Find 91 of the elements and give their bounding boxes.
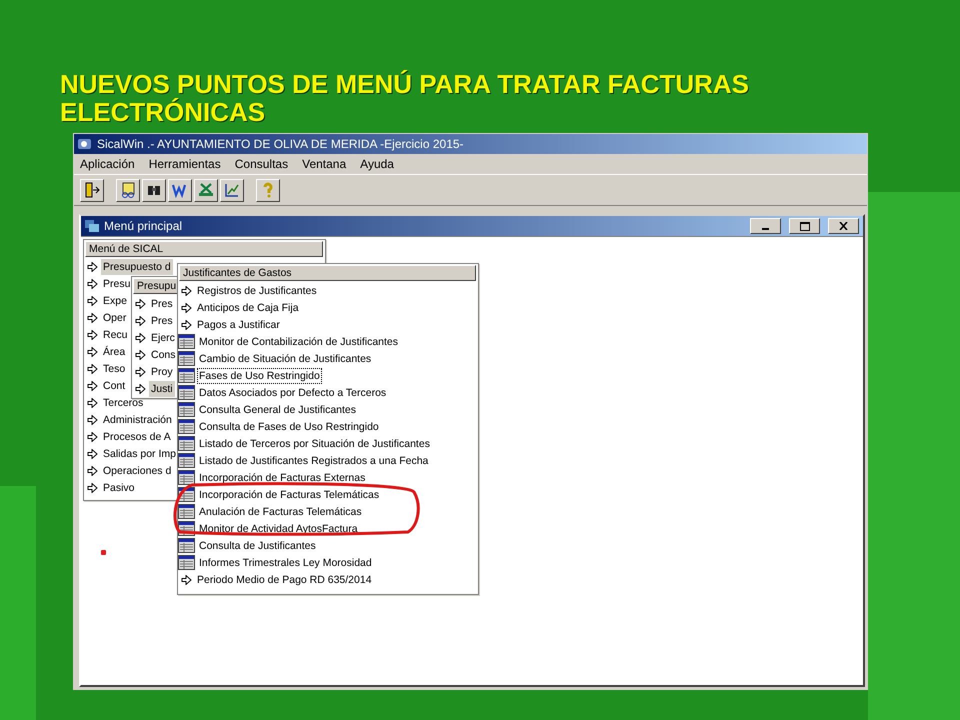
- arrow-icon: [87, 398, 98, 408]
- menu-item[interactable]: Expe: [101, 292, 129, 308]
- menu-item[interactable]: Salidas por Imp: [101, 446, 178, 462]
- arrow-icon: [87, 414, 98, 424]
- menu-item[interactable]: Fases de Uso Restringido: [197, 368, 322, 384]
- menu-item[interactable]: Monitor de Contabilización de Justificantes: [197, 334, 400, 350]
- menu-item[interactable]: Operaciones d: [101, 462, 174, 478]
- arrow-icon: [87, 312, 98, 322]
- arrow-icon: [87, 432, 98, 442]
- arrow-icon: [135, 298, 146, 308]
- arrow-icon: [87, 466, 98, 476]
- arrow-icon: [135, 350, 146, 360]
- notepad-icon: [120, 182, 136, 198]
- arrow-icon: [87, 296, 98, 306]
- menu-item[interactable]: Datos Asociados por Defecto a Terceros: [197, 384, 388, 400]
- menu-item[interactable]: Pres: [149, 312, 175, 328]
- menu-item[interactable]: Consulta General de Justificantes: [197, 402, 358, 418]
- menu-item[interactable]: Procesos de A: [101, 428, 173, 444]
- arrow-icon: [87, 448, 98, 458]
- slide-title: NUEVOS PUNTOS DE MENÚ PARA TRATAR FACTURAS ELECTRÓNICAS: [60, 70, 750, 126]
- menu-item[interactable]: Área: [101, 344, 128, 360]
- arrow-icon: [135, 332, 146, 342]
- door-icon: [84, 182, 100, 198]
- word-button[interactable]: [168, 178, 192, 202]
- maximize-button[interactable]: [789, 218, 820, 234]
- arrow-icon: [181, 320, 192, 330]
- menu-item[interactable]: Cambio de Situación de Justificantes: [197, 350, 374, 366]
- menu-item[interactable]: Presu: [101, 276, 132, 292]
- spreadsheet-button[interactable]: [194, 178, 218, 202]
- spreadsheet-icon: [198, 182, 214, 198]
- binoculars-button[interactable]: [142, 178, 166, 202]
- menu-item[interactable]: Herramientas: [148, 157, 221, 171]
- help-button[interactable]: [256, 178, 280, 202]
- arrow-icon: [87, 482, 98, 492]
- menu-item[interactable]: Administración: [101, 412, 174, 428]
- app-icon: [77, 137, 93, 151]
- menu-item[interactable]: Proy: [149, 364, 175, 380]
- close-icon: [839, 222, 848, 230]
- panel-header: Menú de SICAL: [85, 241, 323, 257]
- menu-item[interactable]: Recu: [101, 326, 130, 342]
- menu-item[interactable]: Pasivo: [101, 480, 137, 496]
- menu-item[interactable]: Ventana: [302, 157, 346, 171]
- arrow-icon: [87, 262, 98, 272]
- menu-item[interactable]: Presupuesto d: [101, 258, 173, 274]
- arrow-icon: [181, 302, 192, 312]
- menu-item[interactable]: Terceros: [101, 394, 146, 410]
- menu-item[interactable]: Listado de Justificantes Registrados a una Fecha: [197, 452, 430, 468]
- menu-item[interactable]: Consultas: [234, 157, 288, 171]
- exit-button[interactable]: [80, 178, 104, 202]
- menu-item[interactable]: Incorporación de Facturas Externas: [197, 470, 368, 486]
- arrow-icon: [181, 286, 192, 296]
- menu-item[interactable]: Anticipos de Caja Fija: [195, 300, 301, 316]
- menu-item[interactable]: Aplicación: [80, 157, 135, 171]
- window-title: SicalWin .- AYUNTAMIENTO DE OLIVA DE MERIDA -Ejercicio 2015-: [97, 137, 464, 151]
- menu-item[interactable]: Cont: [101, 378, 128, 394]
- menu-item[interactable]: Listado de Terceros por Situación de Justificantes: [197, 436, 432, 452]
- menu-item[interactable]: Monitor de Actividad AytosFactura: [197, 520, 360, 536]
- menu-item[interactable]: Cons: [149, 346, 178, 362]
- document-icon: [172, 182, 188, 198]
- menu-item[interactable]: Ayuda: [360, 157, 394, 171]
- maximize-icon: [800, 222, 810, 230]
- minimize-button[interactable]: [750, 218, 781, 234]
- close-button[interactable]: [828, 218, 859, 234]
- menu-item[interactable]: Periodo Medio de Pago RD 635/2014: [195, 572, 374, 588]
- arrow-icon: [135, 384, 146, 394]
- panel-header: Justificantes de Gastos: [179, 265, 476, 281]
- window-icon: [84, 219, 100, 233]
- window-title: Menú principal: [104, 219, 182, 233]
- notepad-button[interactable]: [116, 178, 140, 202]
- arrow-icon: [87, 364, 98, 374]
- menu-item[interactable]: Pagos a Justificar: [195, 316, 282, 332]
- chart-icon: [224, 182, 240, 198]
- menu-item[interactable]: Teso: [101, 360, 128, 376]
- dot-mark: [101, 550, 106, 555]
- menu-item[interactable]: Informes Trimestrales Ley Morosidad: [197, 554, 374, 570]
- menu-item[interactable]: Pres: [149, 296, 175, 312]
- chart-button[interactable]: [220, 178, 244, 202]
- menu-item[interactable]: Consulta de Justificantes: [197, 538, 318, 554]
- arrow-icon: [135, 366, 146, 376]
- arrow-icon: [135, 316, 146, 326]
- menu-item[interactable]: Anulación de Facturas Telemáticas: [197, 504, 364, 520]
- menu-item[interactable]: Incorporación de Facturas Telemáticas: [197, 486, 382, 502]
- menu-item[interactable]: Oper: [101, 310, 128, 326]
- arrow-icon: [181, 574, 192, 584]
- arrow-icon: [87, 380, 98, 390]
- arrow-icon: [87, 346, 98, 356]
- arrow-icon: [87, 278, 98, 288]
- menu-item[interactable]: Justi: [149, 380, 175, 396]
- menu-item[interactable]: Consulta de Fases de Uso Restringido: [197, 418, 381, 434]
- menu-item[interactable]: Ejerc: [149, 330, 177, 346]
- arrow-icon: [87, 330, 98, 340]
